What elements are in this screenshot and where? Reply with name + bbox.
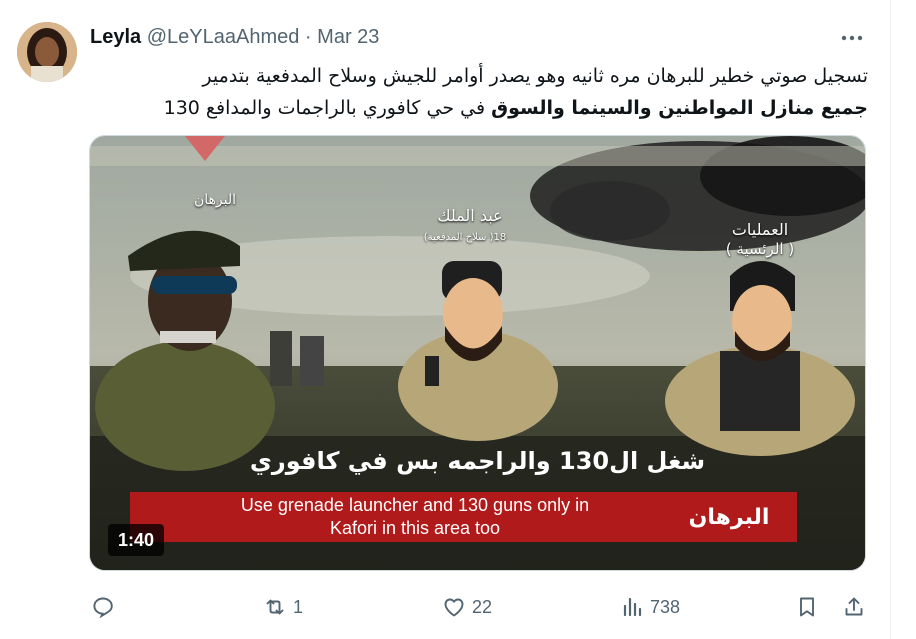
- repost-icon: [266, 599, 284, 615]
- tweet-date[interactable]: Mar 23: [317, 26, 379, 48]
- tweet-card: Leyla @LeYLaaAhmed · Mar 23 تسجيل صوتي خ…: [0, 0, 891, 639]
- views-count: 738: [650, 596, 681, 617]
- avatar[interactable]: [17, 22, 77, 82]
- label-burhan: البرهان: [193, 192, 237, 208]
- arabic-subtitle: شغل ال130 والراجمه بس في كافوري: [249, 447, 706, 475]
- label-operations: العمليات: [731, 220, 789, 239]
- more-icon[interactable]: [838, 26, 866, 50]
- tweet-text-line: جميع منازل المواطنين والسينما والسوق في …: [94, 92, 868, 124]
- tweet-header: Leyla @LeYLaaAhmed · Mar 23: [90, 24, 379, 50]
- tweet-text-bold: جميع منازل المواطنين والسينما والسوق: [491, 97, 868, 119]
- share-icon: [845, 597, 863, 616]
- tweet-text-rest: في حي كافوري بالراجمات والمدافع 130: [163, 97, 492, 119]
- share-button[interactable]: [842, 590, 866, 624]
- english-subtitle-line: Kafori in this area too: [329, 518, 501, 538]
- bookmark-icon: [800, 597, 814, 617]
- reply-icon: [93, 597, 113, 619]
- video-duration: 1:40: [108, 524, 164, 556]
- author-name[interactable]: Leyla: [90, 26, 141, 48]
- tweet-text-line: تسجيل صوتي خطير للبرهان مره ثانيه وهو يص…: [202, 65, 868, 87]
- english-subtitle: Use grenade launcher and 130 guns only i…: [130, 492, 700, 542]
- speaker-box: البرهان: [661, 492, 797, 542]
- views-button[interactable]: 738: [620, 590, 680, 624]
- like-icon: [444, 598, 464, 617]
- repost-count: 1: [293, 596, 304, 617]
- label-abdelmalik-sub: 18( سلاح المدفعية): [423, 232, 507, 243]
- author-handle[interactable]: @LeYLaaAhmed: [147, 26, 300, 48]
- views-icon: [623, 597, 642, 617]
- label-abdelmalik: عبد الملك: [437, 206, 503, 225]
- video-player[interactable]: البرهان عبد الملك 18( سلاح المدفعية) الع…: [89, 135, 866, 571]
- tweet-text: تسجيل صوتي خطير للبرهان مره ثانيه وهو يص…: [94, 60, 868, 124]
- bookmark-button[interactable]: [795, 590, 819, 624]
- like-button[interactable]: 22: [442, 590, 492, 624]
- action-bar: 1 22 738: [0, 590, 891, 624]
- label-operations-sub: ( الرئسية ): [725, 240, 795, 258]
- separator: ·: [304, 26, 312, 48]
- like-count: 22: [472, 596, 493, 617]
- reply-button[interactable]: [91, 590, 121, 624]
- repost-button[interactable]: 1: [263, 590, 303, 624]
- english-subtitle-line: Use grenade launcher and 130 guns only i…: [240, 495, 590, 515]
